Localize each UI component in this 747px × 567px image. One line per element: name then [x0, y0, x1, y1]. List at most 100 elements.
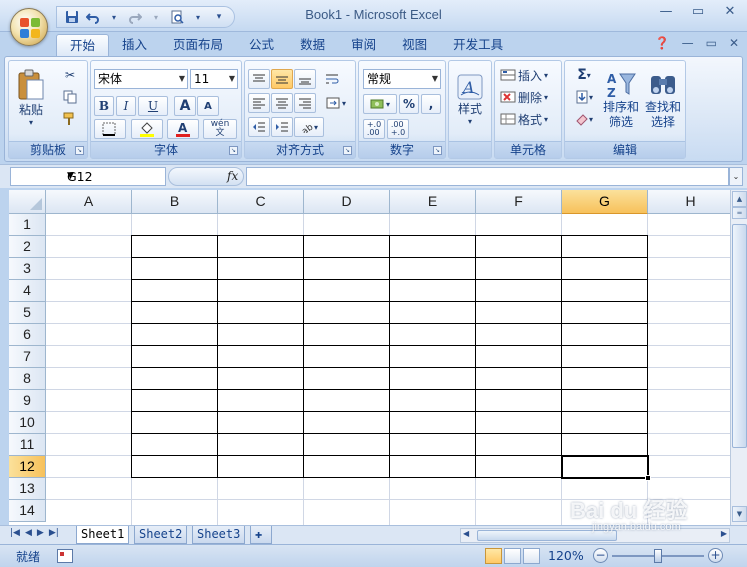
tab-data[interactable]: 数据 — [287, 34, 338, 57]
autosum-button[interactable]: Σ ▾ — [569, 65, 599, 85]
clear-icon[interactable]: ▾ — [569, 109, 599, 129]
align-right-icon[interactable] — [294, 93, 316, 113]
merge-center-icon[interactable]: ▾ — [321, 93, 351, 113]
format-cells-button[interactable]: 格式 ▾ — [499, 109, 559, 129]
name-box[interactable]: G12 ▼ — [10, 167, 166, 186]
row-header-7[interactable]: 7 — [9, 346, 46, 368]
column-header-f[interactable]: F — [476, 190, 562, 214]
close-button[interactable]: ✕ — [721, 4, 739, 19]
row-header-12[interactable]: 12 — [9, 456, 46, 478]
orientation-icon[interactable]: ab ▾ — [294, 117, 324, 137]
column-header-d[interactable]: D — [304, 190, 390, 214]
zoom-level[interactable]: 120% — [548, 548, 584, 563]
row-header-2[interactable]: 2 — [9, 236, 46, 258]
column-header-g[interactable]: G — [562, 190, 648, 214]
column-header-a[interactable]: A — [46, 190, 132, 214]
styles-button[interactable]: A 样式 ▾ — [452, 65, 488, 135]
format-painter-icon[interactable] — [59, 109, 81, 129]
formula-input[interactable] — [246, 167, 729, 186]
clipboard-launcher-icon[interactable]: ↘ — [75, 146, 84, 155]
sheet-tab-sheet1[interactable]: Sheet1 — [76, 526, 130, 544]
row-header-9[interactable]: 9 — [9, 390, 46, 412]
number-format-combo[interactable]: 常规 ▼ — [363, 69, 441, 89]
align-bottom-icon[interactable] — [294, 69, 316, 89]
active-cell-g12[interactable] — [561, 455, 649, 479]
workbook-minimize-button[interactable]: — — [682, 36, 694, 50]
number-launcher-icon[interactable]: ↘ — [433, 146, 442, 155]
first-sheet-icon[interactable]: |◀ — [10, 528, 20, 538]
prev-sheet-icon[interactable]: ◀ — [25, 528, 32, 538]
row-header-4[interactable]: 4 — [9, 280, 46, 302]
insert-sheet-icon[interactable]: ✚ — [250, 526, 272, 544]
copy-icon[interactable] — [59, 87, 81, 107]
sheet-tab-sheet3[interactable]: Sheet3 — [192, 526, 246, 544]
font-launcher-icon[interactable]: ↘ — [229, 146, 238, 155]
row-header-6[interactable]: 6 — [9, 324, 46, 346]
row-header-8[interactable]: 8 — [9, 368, 46, 390]
tab-formulas[interactable]: 公式 — [236, 34, 287, 57]
fill-icon[interactable]: ▾ — [569, 87, 599, 107]
row-header-10[interactable]: 10 — [9, 412, 46, 434]
scroll-up-icon[interactable]: ▲ — [732, 191, 747, 207]
grow-font-button[interactable]: A — [174, 96, 196, 116]
insert-function-button[interactable]: fx — [227, 169, 238, 183]
phonetic-guide-button[interactable]: wén 文 — [203, 119, 237, 139]
tab-developer[interactable]: 开发工具 — [440, 34, 516, 57]
zoom-slider-thumb[interactable] — [654, 549, 662, 563]
paste-button[interactable]: 粘贴 ▾ — [13, 63, 49, 133]
fill-handle[interactable] — [645, 475, 651, 481]
vertical-scroll-thumb[interactable] — [732, 224, 747, 448]
increase-indent-icon[interactable] — [271, 117, 293, 137]
row-header-11[interactable]: 11 — [9, 434, 46, 456]
maximize-button[interactable]: ▭ — [689, 4, 707, 19]
office-button[interactable] — [10, 8, 48, 46]
bold-button[interactable]: B — [94, 96, 114, 116]
row-header-1[interactable]: 1 — [9, 214, 46, 236]
comma-style-button[interactable]: , — [421, 94, 441, 114]
worksheet-grid[interactable]: A B C D E F G H 1 2 3 4 5 6 7 8 9 10 11 … — [9, 190, 730, 525]
row-header-14[interactable]: 14 — [9, 500, 46, 522]
page-break-view-icon[interactable] — [523, 548, 540, 564]
scroll-down-icon[interactable]: ▼ — [732, 506, 747, 522]
align-middle-icon[interactable] — [271, 69, 293, 89]
underline-button[interactable]: U — [138, 96, 168, 116]
scroll-left-icon[interactable]: ◀ — [463, 529, 469, 538]
sheet-tab-sheet2[interactable]: Sheet2 — [134, 526, 188, 544]
align-left-icon[interactable] — [248, 93, 270, 113]
delete-cells-button[interactable]: 删除 ▾ — [499, 87, 559, 107]
row-header-3[interactable]: 3 — [9, 258, 46, 280]
wrap-text-icon[interactable] — [321, 69, 343, 89]
tab-view[interactable]: 视图 — [389, 34, 440, 57]
macro-record-icon[interactable] — [57, 549, 73, 563]
row-header-13[interactable]: 13 — [9, 478, 46, 500]
minimize-button[interactable]: — — [657, 4, 675, 19]
align-top-icon[interactable] — [248, 69, 270, 89]
page-layout-view-icon[interactable] — [504, 548, 521, 564]
accounting-format-icon[interactable]: ▾ — [363, 94, 397, 114]
cut-icon[interactable]: ✂ — [59, 65, 81, 85]
column-header-c[interactable]: C — [218, 190, 304, 214]
font-name-combo[interactable]: 宋体 ▼ — [94, 69, 188, 89]
row-header-5[interactable]: 5 — [9, 302, 46, 324]
alignment-launcher-icon[interactable]: ↘ — [343, 146, 352, 155]
sort-filter-button[interactable]: AZ 排序和 筛选 — [601, 63, 641, 137]
split-handle-icon[interactable]: ═ — [732, 207, 747, 219]
tab-page-layout[interactable]: 页面布局 — [160, 34, 236, 57]
vertical-scrollbar[interactable]: ▲ ═ ▼ — [730, 190, 747, 525]
workbook-restore-button[interactable]: ▭ — [706, 36, 717, 50]
scroll-right-icon[interactable]: ▶ — [721, 529, 727, 538]
column-header-e[interactable]: E — [390, 190, 476, 214]
last-sheet-icon[interactable]: ▶| — [49, 528, 59, 538]
find-select-button[interactable]: 查找和 选择 — [643, 63, 683, 137]
decrease-decimal-button[interactable]: .00 +.0 — [387, 119, 409, 139]
zoom-out-icon[interactable]: − — [593, 548, 608, 563]
percent-button[interactable]: % — [399, 94, 419, 114]
increase-decimal-button[interactable]: +.0 .00 — [363, 119, 385, 139]
workbook-close-button[interactable]: ✕ — [729, 36, 739, 50]
tab-insert[interactable]: 插入 — [109, 34, 160, 57]
expand-formula-bar-icon[interactable]: ⌄ — [729, 167, 743, 186]
tab-home[interactable]: 开始 — [56, 34, 110, 57]
zoom-in-icon[interactable]: + — [708, 548, 723, 563]
borders-button[interactable] — [94, 119, 126, 139]
column-header-b[interactable]: B — [132, 190, 218, 214]
